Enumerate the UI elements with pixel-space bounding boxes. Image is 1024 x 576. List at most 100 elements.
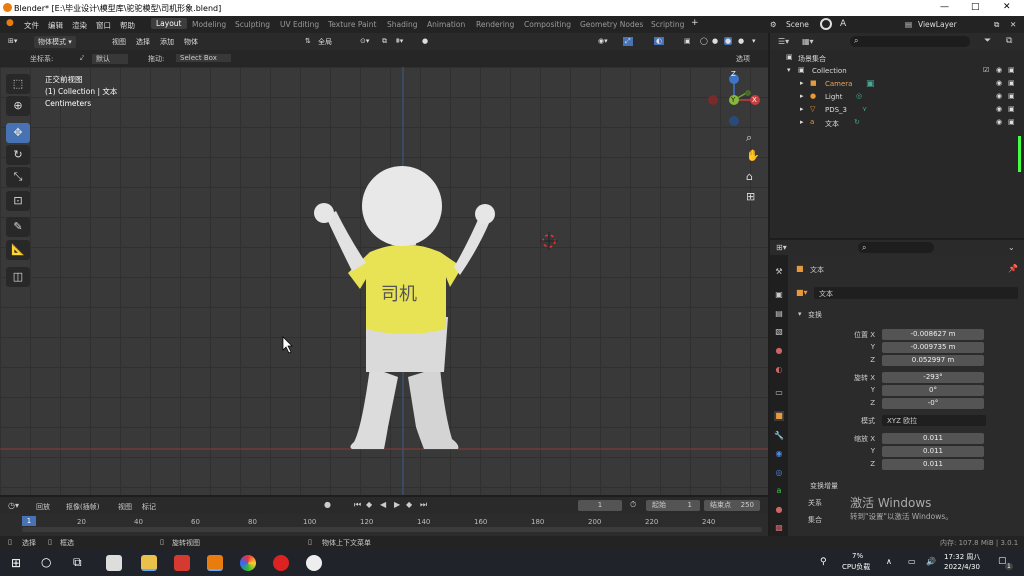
3d-viewport[interactable]: 司机 Z X Y ⌕ ✋ ⌂ ⊞: [0, 67, 768, 495]
file-explorer-icon[interactable]: [141, 555, 157, 571]
eye-icon[interactable]: ◉: [996, 79, 1002, 87]
netease-music-icon[interactable]: [273, 555, 289, 571]
transform-tool-icon[interactable]: ⊡: [6, 191, 30, 211]
prev-keyframe-icon[interactable]: ◆: [366, 500, 372, 509]
tab-rendering[interactable]: Rendering: [476, 20, 514, 29]
scene-selector[interactable]: Scene: [786, 20, 809, 29]
outliner-search-input[interactable]: [850, 36, 970, 47]
menu-select[interactable]: 选择: [136, 37, 150, 47]
eye-icon[interactable]: ◉: [996, 92, 1002, 100]
orientation-icon[interactable]: ⇅: [305, 37, 311, 45]
add-cube-tool-icon[interactable]: ◫: [6, 267, 30, 287]
delta-transform-label[interactable]: 变换增量: [810, 481, 838, 491]
properties-editor-icon[interactable]: ⊞▾: [776, 243, 787, 252]
options-dropdown[interactable]: 选项: [736, 54, 750, 64]
wps-icon[interactable]: [174, 555, 190, 571]
world-tab-icon[interactable]: ◐: [774, 365, 784, 375]
menu-view[interactable]: 视图: [112, 37, 126, 47]
scale-x-field[interactable]: 0.011: [882, 433, 984, 444]
camera-render-icon[interactable]: ▣: [1008, 66, 1015, 74]
clock-date[interactable]: 2022/4/30: [944, 563, 980, 571]
tab-animation[interactable]: Animation: [427, 20, 465, 29]
scene-tab-icon[interactable]: ●: [774, 346, 784, 356]
display-mode-icon[interactable]: ▦▾: [802, 37, 814, 46]
location-x-field[interactable]: -0.008627 m: [882, 329, 984, 340]
scale-z-field[interactable]: 0.011: [882, 459, 984, 470]
task-view-icon[interactable]: ⧉: [73, 555, 82, 570]
windows-start-icon[interactable]: ⊞: [11, 556, 21, 570]
menu-add[interactable]: 添加: [160, 37, 174, 47]
add-workspace-button[interactable]: +: [691, 18, 699, 28]
minimize-button[interactable]: —: [940, 2, 949, 12]
snap-target-icon[interactable]: ⩩▾: [396, 37, 403, 46]
timeline-view-menu[interactable]: 视图: [118, 502, 132, 512]
particles-tab-icon[interactable]: ◉: [774, 449, 784, 459]
camera-render-icon[interactable]: ▣: [1008, 79, 1015, 87]
tab-layout[interactable]: Layout: [151, 18, 187, 29]
snap-icon[interactable]: ⧉: [382, 37, 387, 46]
menu-window[interactable]: 窗口: [96, 20, 111, 31]
app-icon-8[interactable]: [306, 555, 322, 571]
coord-selector[interactable]: 默认: [92, 54, 128, 64]
camera-render-icon[interactable]: ▣: [1008, 92, 1015, 100]
rotate-tool-icon[interactable]: ↻: [6, 145, 30, 165]
location-y-field[interactable]: -0.009735 m: [882, 342, 984, 353]
timeline-editor-icon[interactable]: ◷▾: [8, 501, 19, 510]
outliner-light-row[interactable]: ▸ ● Light ◎ ◉ ▣: [770, 91, 1024, 104]
modifier-tab-icon[interactable]: 🔧: [774, 431, 784, 441]
next-keyframe-icon[interactable]: ◆: [406, 500, 412, 509]
material-tab-icon[interactable]: ●: [774, 505, 784, 515]
jump-start-icon[interactable]: ⏮: [354, 500, 361, 510]
mode-selector[interactable]: 物体模式 ▾: [34, 36, 76, 48]
xray-icon[interactable]: ▣: [684, 37, 691, 45]
clock-time[interactable]: 17:32 周八: [944, 552, 980, 562]
rotation-x-field[interactable]: -293°: [882, 372, 984, 383]
timeline-playback-menu[interactable]: 回放: [36, 502, 50, 512]
clock-icon[interactable]: ⏱: [630, 500, 636, 510]
new-collection-icon[interactable]: ⧉: [1006, 36, 1012, 46]
volume-icon[interactable]: 🔊: [926, 557, 936, 566]
tab-modeling[interactable]: Modeling: [192, 20, 226, 29]
data-tab-icon[interactable]: a: [774, 486, 784, 496]
search-circle-icon[interactable]: ○: [41, 555, 51, 569]
rotation-z-field[interactable]: -0°: [882, 398, 984, 409]
rendered-shading-icon[interactable]: ●: [738, 37, 744, 45]
tab-uv-editing[interactable]: UV Editing: [280, 20, 319, 29]
outliner-scrollbar[interactable]: [1018, 136, 1021, 172]
copy-viewlayer-icon[interactable]: ⧉: [994, 20, 999, 30]
camera-render-icon[interactable]: ▣: [1008, 118, 1015, 126]
chrome-icon[interactable]: [240, 555, 256, 571]
tab-sculpting[interactable]: Sculpting: [235, 20, 270, 29]
end-frame-field[interactable]: 结束点 250: [704, 500, 760, 511]
timeline-marker-menu[interactable]: 标记: [142, 502, 156, 512]
proportional-edit-icon[interactable]: ●: [422, 37, 428, 45]
eye-icon[interactable]: ◉: [996, 66, 1002, 74]
view-layer-tab-icon[interactable]: ▧: [774, 327, 784, 337]
object-data-icon[interactable]: ■▾: [796, 288, 808, 297]
timeline-scrollbar[interactable]: [22, 527, 762, 532]
outliner-scene-row[interactable]: ▣ 场景集合: [770, 52, 1024, 65]
wireframe-shading-icon[interactable]: ◯: [700, 37, 708, 45]
shading-options-icon[interactable]: ▾: [752, 37, 756, 45]
relations-label[interactable]: 关系: [808, 498, 822, 508]
expand-icon[interactable]: ▸: [800, 79, 804, 87]
menu-render[interactable]: 渲染: [72, 20, 87, 31]
annotate-tool-icon[interactable]: ✎: [6, 217, 30, 237]
gizmo-icon[interactable]: ⤢: [623, 37, 633, 46]
outliner-editor-icon[interactable]: ☰▾: [778, 37, 789, 46]
play-icon[interactable]: ▶: [394, 500, 400, 509]
scale-y-field[interactable]: 0.011: [882, 446, 984, 457]
expand-icon[interactable]: ▸: [800, 105, 804, 113]
people-icon[interactable]: ⚲: [820, 557, 827, 567]
grid-toggle-icon[interactable]: ⊞: [746, 190, 755, 203]
scale-tool-icon[interactable]: ⤡: [6, 167, 30, 187]
tab-scripting[interactable]: Scripting: [651, 20, 684, 29]
menu-help[interactable]: 帮助: [120, 20, 135, 31]
play-reverse-icon[interactable]: ◀: [380, 500, 386, 509]
properties-search-input[interactable]: [858, 242, 934, 253]
current-frame-field[interactable]: 1: [578, 500, 622, 511]
expand-icon[interactable]: ▾: [787, 66, 791, 74]
object-tab-icon[interactable]: ■: [774, 411, 784, 421]
timeline-keying-menu[interactable]: 抠像(插帧): [66, 502, 99, 512]
render-tab-icon[interactable]: ▣: [774, 290, 784, 300]
